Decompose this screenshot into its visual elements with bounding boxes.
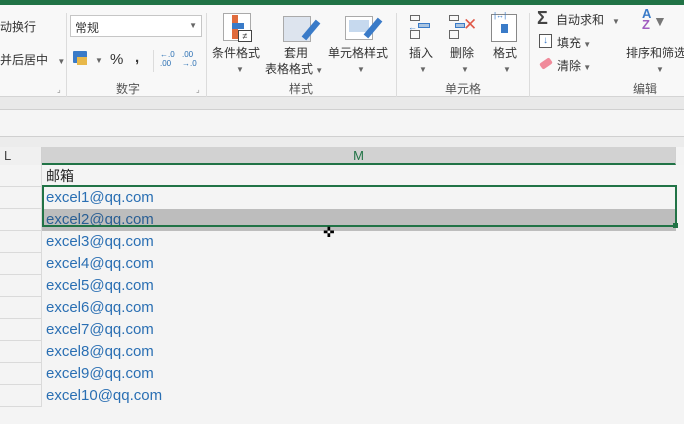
ribbon-bottom-strip	[0, 97, 684, 110]
comma-button[interactable]: ,	[135, 49, 139, 66]
cell[interactable]	[0, 385, 42, 407]
table-row: excel9@qq.com	[0, 363, 684, 385]
cell-styles-icon	[345, 16, 383, 40]
table-row: excel7@qq.com	[0, 319, 684, 341]
cell[interactable]	[0, 341, 42, 363]
cell[interactable]	[0, 165, 42, 187]
cell-styles-button[interactable]: 单元格样式	[328, 44, 388, 61]
sort-filter-button[interactable]: 排序和筛选	[626, 44, 684, 61]
chevron-down-icon: ▼	[57, 57, 66, 66]
divider	[153, 50, 154, 72]
cell[interactable]	[0, 319, 42, 341]
formula-bar[interactable]	[0, 110, 684, 137]
merge-center-button[interactable]: 并后居中 ▼	[0, 51, 65, 68]
ribbon: 动换行 并后居中 ▼ ⌟ 常规 ▼ ▼ % , ←.0 .00 .00 →.0 数…	[0, 5, 684, 97]
fill-down-icon: ↓	[539, 34, 552, 48]
increase-decimal-button[interactable]: ←.0 .00	[160, 50, 176, 68]
chevron-down-icon: ▼	[461, 65, 469, 74]
column-header-l[interactable]: L	[0, 147, 42, 165]
cells-group-label: 单元格	[445, 82, 482, 96]
clear-label: 清除	[557, 59, 582, 73]
delete-cells-icon: ✕	[449, 15, 477, 39]
header-gap	[0, 137, 684, 147]
cursor-cross-icon: ✜	[323, 224, 335, 240]
editing-group-label: 编辑	[633, 82, 658, 96]
chevron-down-icon: ▼	[656, 65, 664, 74]
conditional-format-button[interactable]: 条件格式	[212, 44, 260, 61]
email-cell[interactable]: excel8@qq.com	[42, 341, 676, 363]
fill-label: 填充	[557, 36, 582, 50]
chevron-down-icon: ▼	[581, 63, 592, 72]
format-button[interactable]: 格式	[493, 44, 517, 61]
cell[interactable]	[0, 363, 42, 385]
eraser-icon	[539, 57, 553, 70]
sort-filter-icon: A Z ▼	[642, 6, 667, 32]
chevron-down-icon: ▼	[419, 65, 427, 74]
number-format-value: 常规	[75, 21, 100, 35]
table-row: excel10@qq.com	[0, 385, 684, 407]
chevron-down-icon: ▼	[313, 66, 324, 75]
autosum-button[interactable]: 自动求和 ▼	[556, 11, 620, 28]
email-cell[interactable]: excel10@qq.com	[42, 385, 676, 407]
percent-button[interactable]: %	[110, 51, 123, 68]
currency-icon[interactable]	[73, 51, 87, 65]
format-as-table-label-2: 表格格式	[265, 62, 314, 76]
chevron-down-icon: ▼	[503, 65, 511, 74]
table-row: excel4@qq.com	[0, 253, 684, 275]
chevron-down-icon: ▼	[95, 56, 103, 65]
chevron-down-icon: ▼	[357, 65, 365, 74]
wrap-text-button[interactable]: 动换行	[0, 18, 36, 35]
divider	[66, 13, 67, 97]
email-cell[interactable]: excel4@qq.com	[42, 253, 676, 275]
chevron-down-icon: ▼	[236, 65, 244, 74]
format-cells-icon: |↔|	[491, 11, 517, 42]
column-header-m[interactable]: M	[42, 147, 676, 165]
delete-button[interactable]: 删除	[450, 44, 474, 61]
format-as-table-button[interactable]: 表格格式 ▼	[265, 60, 323, 77]
styles-group-label: 样式	[289, 82, 314, 96]
email-cell[interactable]: excel7@qq.com	[42, 319, 676, 341]
cell[interactable]	[0, 209, 42, 231]
number-format-select[interactable]: 常规 ▼	[70, 15, 202, 37]
cell[interactable]	[0, 275, 42, 297]
email-cell[interactable]: excel3@qq.com	[42, 231, 676, 253]
merge-center-label: 并后居中	[0, 53, 49, 67]
fill-button[interactable]: 填充 ▼	[557, 34, 591, 51]
chevron-down-icon: ▼	[612, 17, 620, 26]
header-cell[interactable]: 邮箱	[42, 165, 676, 187]
table-row: excel5@qq.com	[0, 275, 684, 297]
clear-button[interactable]: 清除 ▼	[557, 57, 591, 74]
number-dialog-launcher-icon[interactable]: ⌟	[196, 85, 200, 94]
table-row: excel3@qq.com	[0, 231, 684, 253]
sigma-icon: Σ	[537, 8, 548, 28]
cell[interactable]	[0, 297, 42, 319]
alignment-dialog-launcher-icon[interactable]: ⌟	[57, 85, 61, 94]
conditional-format-icon: ≠	[223, 13, 252, 42]
email-cell[interactable]: excel5@qq.com	[42, 275, 676, 297]
decrease-decimal-button[interactable]: .00 →.0	[182, 50, 200, 68]
number-group-label: 数字	[116, 82, 141, 96]
selection-border	[42, 185, 677, 227]
chevron-down-icon: ▼	[189, 21, 197, 30]
table-row: 邮箱	[0, 165, 684, 187]
email-cell[interactable]: excel6@qq.com	[42, 297, 676, 319]
chevron-down-icon: ▼	[581, 40, 592, 49]
cell[interactable]	[0, 253, 42, 275]
cell[interactable]	[0, 231, 42, 253]
insert-button[interactable]: 插入	[409, 44, 433, 61]
format-as-table-icon	[283, 16, 321, 42]
autosum-label: 自动求和	[556, 13, 605, 27]
format-as-table-label-1: 套用	[284, 46, 309, 60]
fill-handle[interactable]	[673, 223, 678, 228]
divider	[529, 13, 530, 97]
divider	[396, 13, 397, 97]
divider	[206, 13, 207, 97]
insert-cells-icon: ←	[408, 15, 432, 39]
table-row: excel6@qq.com	[0, 297, 684, 319]
cell[interactable]	[0, 187, 42, 209]
table-row: excel8@qq.com	[0, 341, 684, 363]
email-cell[interactable]: excel9@qq.com	[42, 363, 676, 385]
